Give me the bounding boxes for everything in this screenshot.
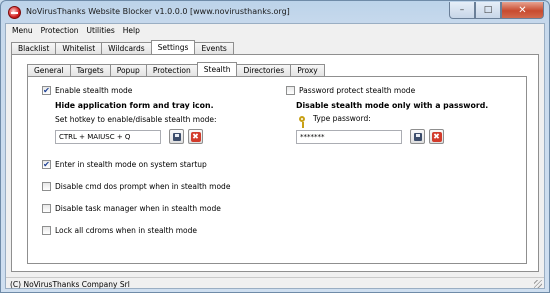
enable-stealth-row[interactable]: ✔ Enable stealth mode [42,86,132,95]
status-bar: (C) NoVirusThanks Company Srl [6,277,544,289]
maximize-icon: □ [483,5,493,15]
menu-item-menu[interactable]: Menu [8,24,37,38]
tab-whitelist[interactable]: Whitelist [55,42,103,54]
app-shield-icon [8,6,21,19]
tab-popup[interactable]: Popup [109,64,147,76]
tab-wildcards[interactable]: Wildcards [101,42,152,54]
tab-stealth[interactable]: Stealth [196,62,238,76]
startup-stealth-checkbox[interactable]: ✔ [42,160,51,169]
minimize-button[interactable]: – [449,2,475,19]
menu-bar: Menu Protection Utilities Help [6,24,544,38]
status-text: (C) NoVirusThanks Company Srl [10,280,130,289]
caption-buttons: – □ ✕ [449,2,544,19]
lock-cdrom-row[interactable]: Lock all cdroms when in stealth mode [42,226,197,235]
enable-stealth-label: Enable stealth mode [55,86,133,95]
main-tabs: Blacklist Whitelist Wildcards Settings E… [11,40,234,54]
tab-general[interactable]: General [27,64,71,76]
delete-icon: ✖ [431,131,442,142]
delete-password-button[interactable]: ✖ [429,129,444,144]
tab-proxy[interactable]: Proxy [290,64,325,76]
disable-taskmgr-row[interactable]: Disable task manager when in stealth mod… [42,204,221,213]
tab-directories[interactable]: Directories [236,64,292,76]
save-icon [172,132,181,141]
resize-grip-icon[interactable] [534,280,542,288]
tab-protection[interactable]: Protection [145,64,198,76]
disable-cmd-row[interactable]: Disable cmd dos prompt when in stealth m… [42,182,230,191]
key-icon [299,115,305,128]
disable-cmd-checkbox[interactable] [42,182,51,191]
save-icon [413,132,422,141]
client-area: Menu Protection Utilities Help Blacklist… [5,23,545,289]
lock-cdrom-checkbox[interactable] [42,226,51,235]
title-bar[interactable]: NoVirusThanks Website Blocker v1.0.0.0 [… [1,1,549,23]
menu-item-help[interactable]: Help [119,24,144,38]
settings-tabs: General Targets Popup Protection Stealth… [27,62,325,76]
maximize-button[interactable]: □ [475,2,501,19]
app-window: NoVirusThanks Website Blocker v1.0.0.0 [… [0,0,550,293]
hotkey-input[interactable]: CTRL + MAIUSC + Q [55,130,161,144]
settings-panel: General Targets Popup Protection Stealth… [11,54,539,272]
tab-events[interactable]: Events [194,42,234,54]
save-hotkey-button[interactable] [169,129,184,144]
tab-blacklist[interactable]: Blacklist [11,42,57,54]
startup-stealth-row[interactable]: ✔ Enter in stealth mode on system startu… [42,160,207,169]
password-input[interactable]: ******* [296,130,402,144]
disable-cmd-label: Disable cmd dos prompt when in stealth m… [55,182,231,191]
close-icon: ✕ [518,4,527,16]
delete-icon: ✖ [190,131,201,142]
startup-stealth-label: Enter in stealth mode on system startup [55,160,207,169]
close-button[interactable]: ✕ [501,2,544,19]
password-info-text: Disable stealth mode only with a passwor… [296,101,489,110]
enable-stealth-checkbox[interactable]: ✔ [42,86,51,95]
password-protect-checkbox[interactable] [286,86,295,95]
delete-hotkey-button[interactable]: ✖ [188,129,203,144]
hotkey-label: Set hotkey to enable/disable stealth mod… [55,115,217,124]
stealth-panel: ✔ Enable stealth mode Hide application f… [27,76,527,264]
save-password-button[interactable] [410,129,425,144]
password-protect-label: Password protect stealth mode [299,86,416,95]
minimize-icon: – [459,5,465,15]
menu-item-utilities[interactable]: Utilities [83,24,119,38]
type-password-label: Type password: [313,114,371,123]
lock-cdrom-label: Lock all cdroms when in stealth mode [55,226,197,235]
tab-targets[interactable]: Targets [69,64,111,76]
password-protect-row[interactable]: Password protect stealth mode [286,86,415,95]
disable-taskmgr-checkbox[interactable] [42,204,51,213]
type-password-row: Type password: [299,114,371,128]
menu-item-protection[interactable]: Protection [37,24,83,38]
disable-taskmgr-label: Disable task manager when in stealth mod… [55,204,221,213]
hide-info-text: Hide application form and tray icon. [55,101,214,110]
tab-settings[interactable]: Settings [150,40,196,54]
window-title: NoVirusThanks Website Blocker v1.0.0.0 [… [26,7,290,16]
